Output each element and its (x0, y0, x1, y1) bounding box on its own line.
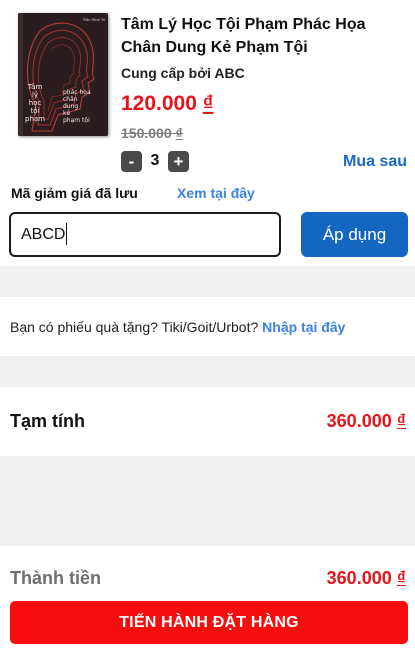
quantity-stepper: - 3 + (121, 150, 189, 172)
cover-subtitle-line: chân (63, 96, 78, 103)
subtotal-value: 360.000 ₫ (327, 411, 406, 432)
decrement-button[interactable]: - (121, 150, 142, 172)
quantity-value[interactable]: 3 (142, 152, 168, 170)
product-old-price: 150.000 ₫ (121, 125, 183, 141)
total-value: 360.000 ₫ (327, 568, 406, 589)
total-label: Thành tiền (10, 568, 101, 588)
cover-title-line: lý (32, 91, 38, 99)
checkout-button[interactable]: TIẾN HÀNH ĐẶT HÀNG (10, 601, 408, 644)
gift-card-text: Bạn có phiếu quà tặng? Tiki/Goit/Urbot? (10, 319, 263, 335)
total-amount: 360.000 (326, 568, 392, 588)
coupon-label: Mã giảm giá đã lưu (11, 185, 138, 201)
section-divider (0, 356, 415, 387)
cover-title-line: học (29, 99, 42, 107)
cover-subtitle-line: kẻ (63, 110, 70, 117)
currency-symbol: ₫ (396, 568, 406, 588)
section-divider (0, 266, 415, 297)
cover-subtitle-line: phạm tội (63, 117, 90, 124)
increment-button[interactable]: + (168, 150, 189, 172)
product-seller: Cung cấp bởi ABC (121, 65, 245, 81)
old-price-value: 150.000 (121, 125, 172, 141)
enter-gift-card-link[interactable]: Nhập tại đây (262, 319, 345, 335)
subtotal-amount: 360.000 (326, 411, 392, 431)
cover-title-line: tội (31, 107, 40, 115)
text-caret (66, 223, 67, 245)
subtotal-label: Tạm tính (10, 411, 85, 431)
product-price: 120.000 ₫ (121, 92, 214, 116)
buy-later-link[interactable]: Mua sau (343, 153, 407, 171)
cover-title-line: phạm (25, 115, 45, 123)
cover-title-line: Tâm (27, 83, 43, 91)
gift-card-prompt: Bạn có phiếu quà tặng? Tiki/Goit/Urbot? … (10, 319, 345, 335)
cover-author: Trần Minh Trí (82, 18, 106, 22)
view-coupons-link[interactable]: Xem tại đây (177, 185, 255, 201)
cover-subtitle-line: phác họa (63, 89, 91, 96)
cover-subtitle-line: dung (63, 103, 78, 110)
price-value: 120.000 (121, 92, 197, 115)
product-title[interactable]: Tâm Lý Học Tội Phạm Phác Họa Chân Dung K… (121, 13, 406, 59)
apply-coupon-button[interactable]: Áp dụng (301, 212, 408, 257)
coupon-code-input[interactable] (9, 212, 281, 257)
book-spine (18, 13, 23, 136)
book-cover-image[interactable]: Tâm lý học tội phạm phác họa chân dung kẻ phạm tộ… (18, 13, 108, 136)
currency-symbol: ₫ (175, 125, 183, 141)
head-silhouette-icon: Tâmlýhọctộiphạm phác họachândungkẻphạm tộ… (18, 13, 108, 136)
currency-symbol: ₫ (396, 411, 406, 431)
cart-item: Tâm lý học tội phạm phác họa chân dung kẻ phạm tộ… (0, 0, 415, 180)
currency-symbol: ₫ (202, 92, 214, 115)
section-divider (0, 456, 415, 546)
